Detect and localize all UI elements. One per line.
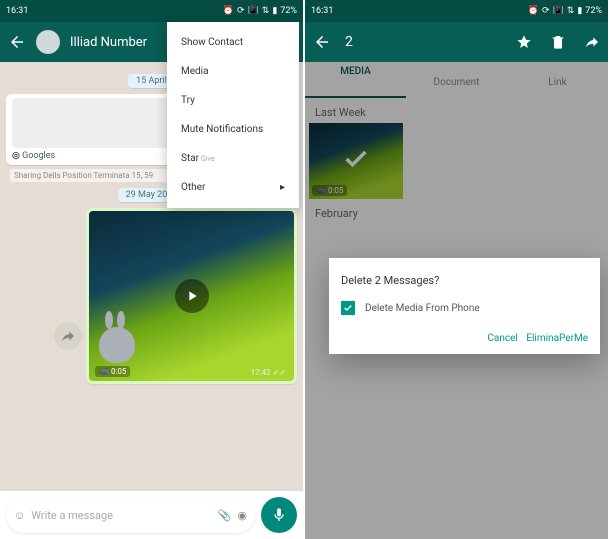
- attach-icon[interactable]: 📎: [218, 509, 232, 522]
- forward-button[interactable]: [54, 322, 82, 350]
- checkbox-label: Delete Media From Phone: [365, 303, 480, 314]
- menu-media[interactable]: Media: [167, 57, 299, 86]
- vibrate-icon: 📳: [553, 6, 564, 16]
- star-icon[interactable]: [516, 34, 532, 50]
- confirm-button[interactable]: EliminaPerMe: [526, 333, 588, 344]
- composer: ☺ Write a message 📎 ◉: [6, 497, 297, 533]
- media-body: MEDIA Document Link Last Week 📹 0:05 Feb…: [305, 62, 608, 539]
- signal-icon: ▮: [272, 6, 277, 16]
- right-screenshot: 16:31 ⏰ ⟳ 📳 ⇅ ▮ 72% 2 MEDIA Document Lin…: [305, 0, 610, 539]
- emoji-icon[interactable]: ☺: [14, 509, 25, 522]
- menu-show-contact[interactable]: Show Contact: [167, 28, 299, 57]
- chevron-right-icon: ▸: [280, 182, 285, 193]
- video-content: [99, 327, 135, 363]
- forward-icon[interactable]: [584, 34, 600, 50]
- camera-icon[interactable]: ◉: [237, 509, 247, 522]
- data-icon: ⇅: [567, 6, 575, 16]
- video-message[interactable]: 📹 0:05 17:42 ✓✓: [86, 208, 297, 384]
- data-icon: ⇅: [262, 6, 270, 16]
- back-icon[interactable]: [8, 33, 26, 51]
- checkbox-icon[interactable]: [341, 301, 355, 315]
- sent-time: 17:42 ✓✓: [251, 368, 286, 377]
- menu-other[interactable]: Other▸: [167, 173, 299, 202]
- selection-appbar: 2: [305, 22, 608, 62]
- battery-text: 72%: [280, 6, 297, 16]
- play-icon[interactable]: [175, 279, 209, 313]
- alarm-icon: ⏰: [223, 6, 234, 16]
- delete-dialog: Delete 2 Messages? Delete Media From Pho…: [329, 258, 600, 354]
- menu-star[interactable]: StarGive: [167, 144, 299, 173]
- selection-count: 2: [345, 34, 353, 50]
- menu-try[interactable]: Try: [167, 86, 299, 115]
- signal-icon: ▮: [577, 6, 582, 16]
- video-duration: 📹 0:05: [95, 366, 130, 377]
- delete-icon[interactable]: [550, 34, 566, 50]
- status-icons: ⏰ ⟳ 📳 ⇅ ▮ 72%: [528, 6, 602, 16]
- battery-text: 72%: [585, 6, 602, 16]
- video-thumbnail: 📹 0:05 17:42 ✓✓: [89, 211, 294, 381]
- menu-mute[interactable]: Mute Notifications: [167, 115, 299, 144]
- sync-icon: ⟳: [542, 6, 550, 16]
- status-bar: 16:31 ⏰ ⟳ 📳 ⇅ ▮ 72%: [305, 0, 608, 22]
- dialog-actions: Cancel EliminaPerMe: [341, 333, 588, 344]
- location-title: Googles: [22, 151, 55, 161]
- overflow-menu: Show Contact Media Try Mute Notification…: [167, 22, 299, 208]
- cancel-button[interactable]: Cancel: [487, 333, 517, 344]
- dialog-checkbox-row[interactable]: Delete Media From Phone: [341, 301, 588, 315]
- sync-icon: ⟳: [237, 6, 245, 16]
- message-input[interactable]: ☺ Write a message 📎 ◉: [6, 497, 255, 533]
- status-time: 16:31: [311, 6, 333, 16]
- dialog-title: Delete 2 Messages?: [341, 274, 588, 287]
- back-icon[interactable]: [313, 33, 331, 51]
- alarm-icon: ⏰: [528, 6, 539, 16]
- status-bar: 16:31 ⏰ ⟳ 📳 ⇅ ▮ 72%: [0, 0, 303, 22]
- vibrate-icon: 📳: [248, 6, 259, 16]
- status-time: 16:31: [6, 6, 28, 16]
- status-icons: ⏰ ⟳ 📳 ⇅ ▮ 72%: [223, 6, 297, 16]
- mic-button[interactable]: [261, 497, 297, 533]
- avatar[interactable]: [36, 30, 60, 54]
- input-placeholder: Write a message: [31, 509, 113, 522]
- left-screenshot: 16:31 ⏰ ⟳ 📳 ⇅ ▮ 72% Illiad Number 15 Apr…: [0, 0, 305, 539]
